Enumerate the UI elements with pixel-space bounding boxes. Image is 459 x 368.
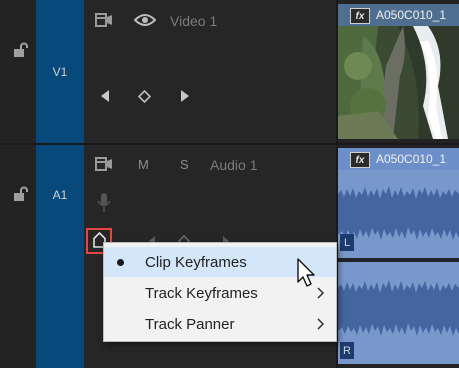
eye-icon[interactable] xyxy=(133,12,157,33)
video-thumbnail xyxy=(338,26,459,139)
add-keyframe-icon[interactable] xyxy=(137,89,152,108)
video-clip[interactable]: fx A050C010_1 xyxy=(338,4,459,139)
previous-keyframe-icon[interactable] xyxy=(100,89,110,108)
submenu-arrow-icon xyxy=(317,318,325,330)
fx-badge[interactable]: fx xyxy=(350,152,370,168)
fx-badge[interactable]: fx xyxy=(350,8,370,24)
clip-name-audio: A050C010_1 xyxy=(376,152,447,166)
lock-icon xyxy=(14,42,28,57)
clip-name-video: A050C010_1 xyxy=(376,8,447,22)
left-channel-label: L xyxy=(340,234,354,251)
toggle-output-icon[interactable] xyxy=(95,12,113,33)
next-keyframe-icon[interactable] xyxy=(180,89,190,108)
menu-item-label: Track Panner xyxy=(145,315,235,333)
channel-separator xyxy=(338,258,459,262)
microphone-icon[interactable] xyxy=(97,192,111,219)
right-channel-label: R xyxy=(340,342,354,359)
track-label-a1: A1 xyxy=(52,188,68,202)
solo-button[interactable]: S xyxy=(180,157,189,172)
menu-item-label: Clip Keyframes xyxy=(145,253,247,271)
track-name-video[interactable]: Video 1 xyxy=(170,13,217,29)
menu-item-track-panner[interactable]: Track Panner xyxy=(104,309,336,339)
lock-icon xyxy=(14,186,28,201)
audio-clip[interactable]: fx A050C010_1 L R xyxy=(338,148,459,364)
track-tag-a1[interactable]: A1 xyxy=(36,145,84,368)
check-bullet-icon xyxy=(117,259,124,266)
lock-icon-v1[interactable] xyxy=(12,42,28,63)
lock-icon-a1[interactable] xyxy=(12,186,28,207)
toggle-sync-lock-icon[interactable] xyxy=(95,156,113,177)
mute-button[interactable]: M xyxy=(138,157,149,172)
track-label-v1: V1 xyxy=(52,64,68,79)
menu-item-label: Track Keyframes xyxy=(145,284,258,302)
mouse-cursor-icon xyxy=(296,258,318,293)
track-tag-v1[interactable]: V1 xyxy=(36,0,84,143)
audio-waveform xyxy=(338,186,459,336)
track-name-audio[interactable]: Audio 1 xyxy=(210,157,257,173)
